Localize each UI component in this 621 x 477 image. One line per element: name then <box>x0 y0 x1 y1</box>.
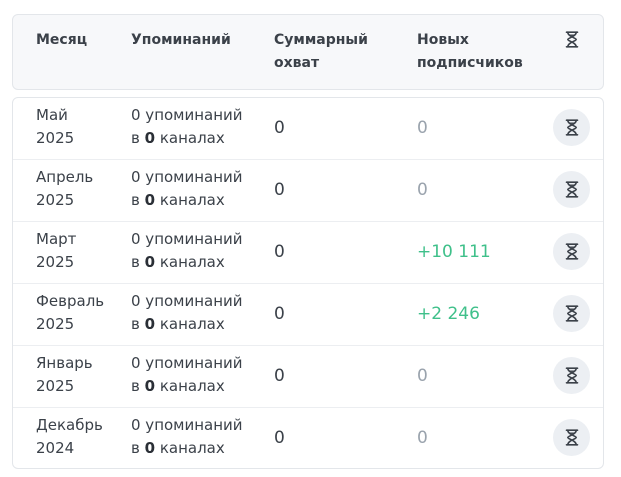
new-subscribers-value: +10 111 <box>417 242 491 262</box>
header-new-subscribers-line2: подписчиков <box>417 55 523 71</box>
total-reach-value: 0 <box>274 366 285 386</box>
mentions-count: 0 упоминаний <box>131 354 243 372</box>
hourglass-icon <box>565 305 578 322</box>
mentions-cell: 0 упоминаний в 0 каналах <box>131 414 243 460</box>
hourglass-icon <box>563 28 581 50</box>
channels-count: в 0 каналах <box>131 251 243 274</box>
channels-count: в 0 каналах <box>131 127 243 150</box>
month-cell: Апрель 2025 <box>36 166 93 212</box>
month-cell: Февраль 2025 <box>36 290 104 336</box>
channels-prefix: в <box>131 129 140 147</box>
header-month: Месяц <box>36 32 88 48</box>
mentions-cell: 0 упоминаний в 0 каналах <box>131 290 243 336</box>
mentions-cell: 0 упоминаний в 0 каналах <box>131 166 243 212</box>
month-name: Март <box>36 230 77 248</box>
channels-prefix: в <box>131 191 140 209</box>
channels-number: 0 <box>144 253 156 271</box>
channels-number: 0 <box>144 315 156 333</box>
mentions-count: 0 упоминаний <box>131 416 243 434</box>
new-subscribers-value: +2 246 <box>417 304 480 324</box>
header-total-reach-line2: охват <box>274 55 320 71</box>
total-reach-value: 0 <box>274 180 285 200</box>
hourglass-button[interactable] <box>553 357 590 394</box>
channels-suffix: каналах <box>159 129 225 147</box>
header-total-reach-line1: Суммарный <box>274 32 368 48</box>
total-reach-value: 0 <box>274 242 285 262</box>
month-year: 2024 <box>36 439 75 457</box>
hourglass-button[interactable] <box>553 233 590 270</box>
hourglass-icon <box>565 119 578 136</box>
month-cell: Январь 2025 <box>36 352 93 398</box>
new-subscribers-value: 0 <box>417 180 428 200</box>
month-name: Май <box>36 106 68 124</box>
mentions-cell: 0 упоминаний в 0 каналах <box>131 352 243 398</box>
table-row: Апрель 2025 0 упоминаний в 0 каналах 0 0 <box>13 160 603 222</box>
channels-suffix: каналах <box>159 191 225 209</box>
table-body: Май 2025 0 упоминаний в 0 каналах 0 0 Ап… <box>12 97 604 469</box>
mentions-count: 0 упоминаний <box>131 230 243 248</box>
total-reach-value: 0 <box>274 118 285 138</box>
total-reach-value: 0 <box>274 304 285 324</box>
month-year: 2025 <box>36 315 75 333</box>
table-row: Март 2025 0 упоминаний в 0 каналах 0 +10… <box>13 222 603 284</box>
channels-suffix: каналах <box>159 315 225 333</box>
month-name: Февраль <box>36 292 105 310</box>
channels-suffix: каналах <box>159 253 225 271</box>
channels-count: в 0 каналах <box>131 313 243 336</box>
month-name: Декабрь <box>36 416 103 434</box>
channels-prefix: в <box>131 377 140 395</box>
new-subscribers-value: 0 <box>417 366 428 386</box>
new-subscribers-value: 0 <box>417 118 428 138</box>
hourglass-button[interactable] <box>553 419 590 456</box>
channels-number: 0 <box>144 191 156 209</box>
table-row: Май 2025 0 упоминаний в 0 каналах 0 0 <box>13 98 603 160</box>
channels-prefix: в <box>131 253 140 271</box>
mentions-count: 0 упоминаний <box>131 106 243 124</box>
channels-number: 0 <box>144 377 156 395</box>
hourglass-icon <box>565 243 578 260</box>
header-mentions: Упоминаний <box>131 32 231 48</box>
channels-number: 0 <box>144 129 156 147</box>
hourglass-icon <box>565 367 578 384</box>
mentions-count: 0 упоминаний <box>131 292 243 310</box>
header-new-subscribers-line1: Новых <box>417 32 469 48</box>
table-row: Февраль 2025 0 упоминаний в 0 каналах 0 … <box>13 284 603 346</box>
table-row: Январь 2025 0 упоминаний в 0 каналах 0 0 <box>13 346 603 408</box>
channels-suffix: каналах <box>159 439 225 457</box>
channels-count: в 0 каналах <box>131 189 243 212</box>
channels-count: в 0 каналах <box>131 437 243 460</box>
month-year: 2025 <box>36 253 75 271</box>
hourglass-icon <box>565 429 578 446</box>
header-total-reach: Суммарный охват <box>274 29 384 75</box>
hourglass-button[interactable] <box>553 171 590 208</box>
month-year: 2025 <box>36 191 75 209</box>
channels-prefix: в <box>131 439 140 457</box>
hourglass-icon <box>565 181 578 198</box>
hourglass-button[interactable] <box>553 295 590 332</box>
month-cell: Май 2025 <box>36 104 74 150</box>
hourglass-button[interactable] <box>553 109 590 146</box>
mentions-cell: 0 упоминаний в 0 каналах <box>131 228 243 274</box>
mentions-count: 0 упоминаний <box>131 168 243 186</box>
month-name: Апрель <box>36 168 94 186</box>
month-cell: Март 2025 <box>36 228 76 274</box>
mentions-cell: 0 упоминаний в 0 каналах <box>131 104 243 150</box>
month-year: 2025 <box>36 377 75 395</box>
table-row: Декабрь 2024 0 упоминаний в 0 каналах 0 … <box>13 408 603 468</box>
header-new-subscribers: Новых подписчиков <box>417 29 537 75</box>
new-subscribers-value: 0 <box>417 428 428 448</box>
channels-number: 0 <box>144 439 156 457</box>
channels-prefix: в <box>131 315 140 333</box>
channels-suffix: каналах <box>159 377 225 395</box>
month-year: 2025 <box>36 129 75 147</box>
total-reach-value: 0 <box>274 428 285 448</box>
month-cell: Декабрь 2024 <box>36 414 103 460</box>
channels-count: в 0 каналах <box>131 375 243 398</box>
month-name: Январь <box>36 354 93 372</box>
table-header: Месяц Упоминаний Суммарный охват Новых п… <box>12 14 604 90</box>
